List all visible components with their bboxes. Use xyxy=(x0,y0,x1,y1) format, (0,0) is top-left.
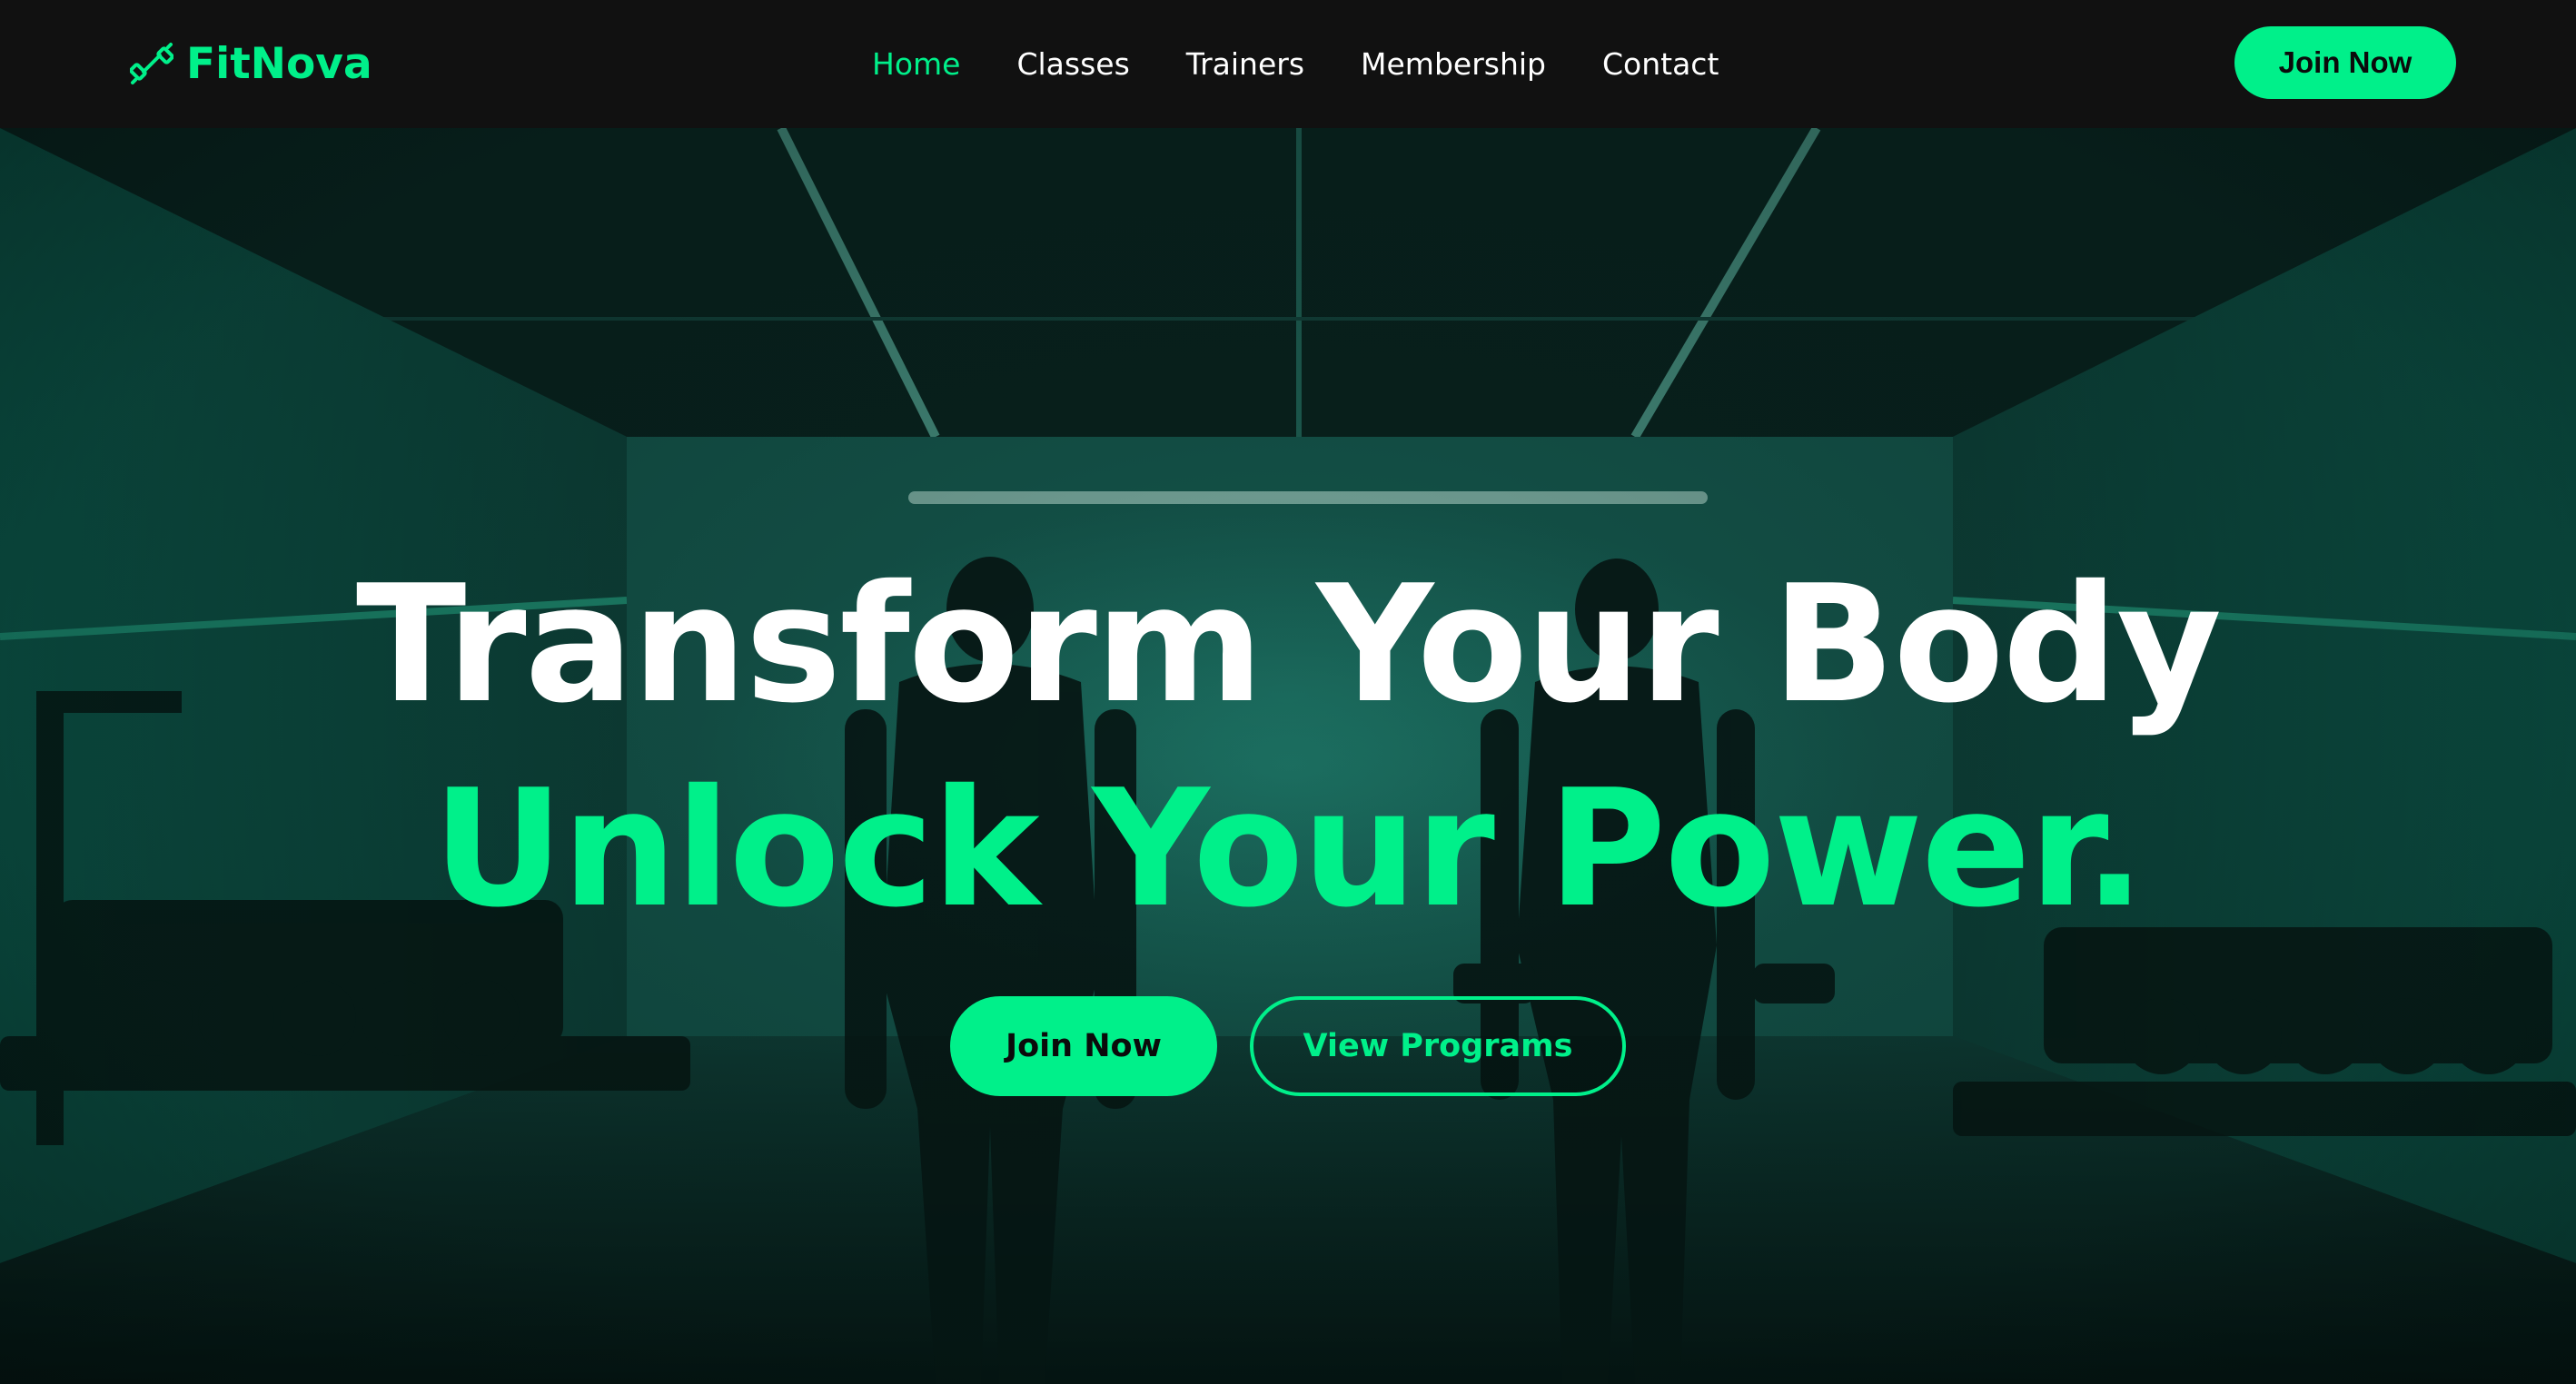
nav-link-home[interactable]: Home xyxy=(872,46,960,82)
brand-logo[interactable]: FitNova xyxy=(130,35,372,93)
nav-link-classes[interactable]: Classes xyxy=(1016,46,1129,82)
nav-link-trainers[interactable]: Trainers xyxy=(1186,46,1304,82)
main-nav: Home Classes Trainers Membership Contact xyxy=(872,38,1775,89)
navbar: FitNova Home Classes Trainers Membership… xyxy=(0,0,2576,128)
page: FitNova Home Classes Trainers Membership… xyxy=(0,0,2576,1384)
hero-section: Transform Your Body Unlock Your Power. J… xyxy=(0,128,2576,1384)
brand-name: FitNova xyxy=(186,38,372,89)
view-programs-button[interactable]: View Programs xyxy=(1250,996,1626,1096)
hero-headline-line-1: Transform Your Body xyxy=(355,550,2222,738)
hero-headline-line-2: Unlock Your Power. xyxy=(432,755,2145,943)
nav-join-button[interactable]: Join Now xyxy=(2234,26,2456,99)
nav-link-contact[interactable]: Contact xyxy=(1602,46,1719,82)
nav-link-membership[interactable]: Membership xyxy=(1361,46,1546,82)
hero-actions: Join Now View Programs xyxy=(0,996,2576,1096)
hero-join-button[interactable]: Join Now xyxy=(950,996,1217,1096)
dumbbell-icon xyxy=(130,43,173,84)
